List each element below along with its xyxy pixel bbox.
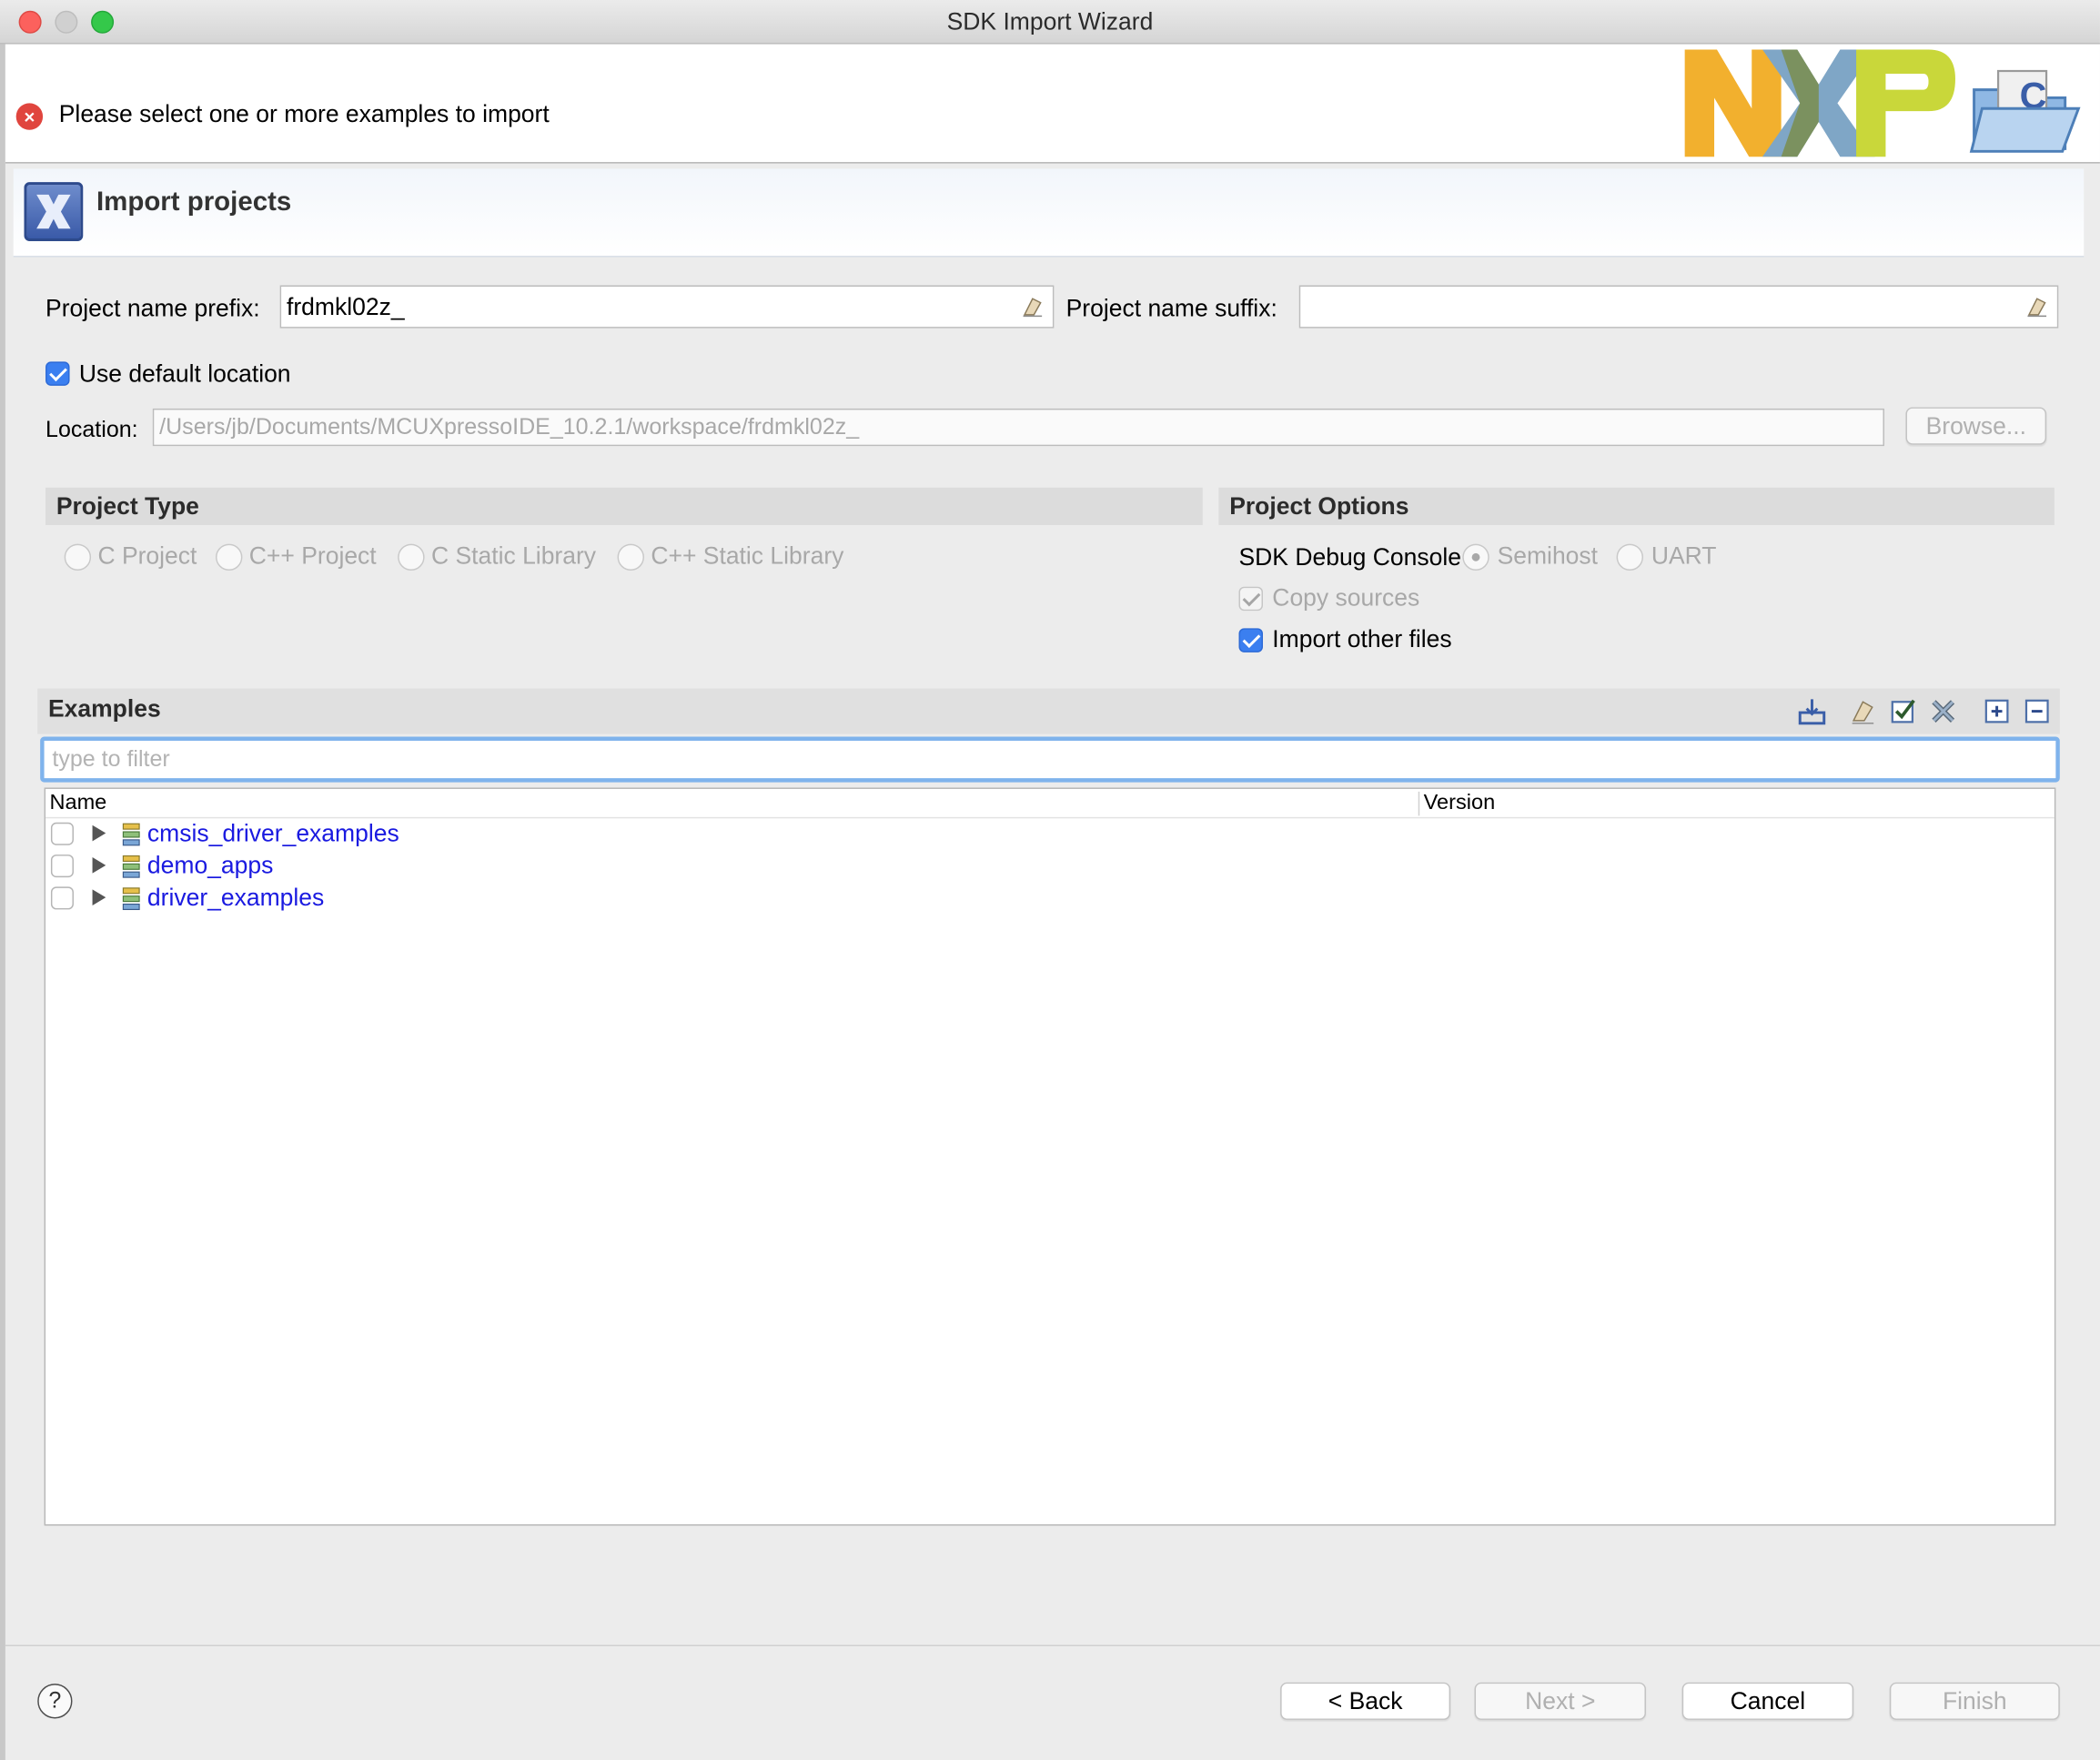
tree-header: Name Version [45,789,2055,819]
example-name: driver_examples [146,884,325,911]
clear-prefix-icon[interactable] [1021,295,1045,319]
page-title: Import projects [96,187,292,217]
row-checkbox[interactable] [50,855,74,878]
copy-sources-label: Copy sources [1272,583,1420,612]
window-title: SDK Import Wizard [946,7,1154,35]
example-name: demo_apps [146,852,274,879]
select-all-icon[interactable] [1888,696,1917,725]
banner-message: Please select one or more examples to im… [58,100,550,127]
location-label: Location: [45,416,138,442]
import-other-files-label: Import other files [1272,625,1452,652]
column-name[interactable]: Name [49,792,106,815]
deselect-all-icon[interactable] [1929,696,1958,725]
project-options-header: Project Options [1218,487,2055,525]
radio-label-uart: UART [1651,542,1717,570]
expand-arrow-icon[interactable] [92,824,106,842]
expand-arrow-icon[interactable] [92,889,106,906]
radio-c-static-library[interactable] [398,543,425,571]
help-button[interactable]: ? [37,1684,73,1719]
copy-sources-checkbox[interactable] [1238,586,1264,612]
row-checkbox[interactable] [50,886,74,910]
radio-label-c-static-library: C Static Library [430,542,597,570]
expand-arrow-icon[interactable] [92,857,106,874]
column-version[interactable]: Version [1424,792,1496,815]
examples-title: Examples [47,694,161,723]
use-default-location-label: Use default location [78,359,291,388]
radio-c-project[interactable] [64,543,92,571]
back-button[interactable]: < Back [1280,1682,1451,1720]
radio-semihost[interactable] [1462,543,1489,571]
import-projects-icon [24,182,84,241]
example-name: cmsis_driver_examples [146,819,399,847]
error-icon: × [15,103,44,130]
radio-label-cpp-static-library: C++ Static Library [651,542,844,570]
c-project-folder-icon: C [1969,69,2081,153]
radio-label-c-project: C Project [97,542,197,570]
suffix-input[interactable] [1298,285,2059,329]
clear-filter-icon[interactable] [1848,696,1877,725]
examples-header: Examples [37,688,2060,734]
browse-button[interactable]: Browse... [1905,407,2047,445]
next-button[interactable]: Next > [1474,1682,1646,1720]
location-input[interactable]: /Users/jb/Documents/MCUXpressoIDE_10.2.1… [152,408,1884,447]
sdk-import-wizard-window: SDK Import Wizard × Please select one or… [0,0,2100,1760]
tree-row[interactable]: demo_apps [45,851,2055,883]
import-from-archive-icon[interactable] [1797,696,1826,725]
window-left-edge [0,44,5,1760]
clear-suffix-icon[interactable] [2025,295,2049,319]
examples-filter-input[interactable]: type to filter [40,736,2060,783]
wizard-content: Project name prefix: frdmkl02z_ Project … [13,257,2085,1546]
import-other-files-checkbox[interactable] [1238,628,1264,652]
finish-button[interactable]: Finish [1889,1682,2060,1720]
title-bar: SDK Import Wizard [0,0,2100,45]
collapse-all-icon[interactable] [2023,696,2052,725]
page-header: Import projects [13,168,2085,258]
tree-row[interactable]: cmsis_driver_examples [45,818,2055,850]
project-type-header: Project Type [45,487,1203,525]
example-group-icon [122,823,140,846]
radio-cpp-project[interactable] [215,543,243,571]
radio-label-semihost: Semihost [1497,542,1599,570]
footer-separator [5,1644,2100,1646]
nxp-logo [1684,49,1955,157]
expand-all-icon[interactable] [1982,696,2011,725]
example-group-icon [122,855,140,878]
sdk-debug-console-label: SDK Debug Console [1238,543,1462,571]
radio-uart[interactable] [1616,543,1644,571]
row-checkbox[interactable] [50,822,74,845]
cancel-button[interactable]: Cancel [1681,1682,1854,1720]
examples-tree: Name Version cmsis_driver_examples demo_… [44,787,2056,1526]
prefix-input[interactable]: frdmkl02z_ [279,285,1055,329]
radio-cpp-static-library[interactable] [617,543,644,571]
use-default-location-checkbox[interactable] [45,361,70,386]
wizard-banner: × Please select one or more examples to … [5,44,2100,164]
radio-label-cpp-project: C++ Project [248,542,377,570]
suffix-label: Project name suffix: [1065,294,1277,322]
prefix-label: Project name prefix: [45,294,260,322]
example-group-icon [122,887,140,911]
tree-row[interactable]: driver_examples [45,883,2055,915]
prefix-value: frdmkl02z_ [286,293,405,320]
